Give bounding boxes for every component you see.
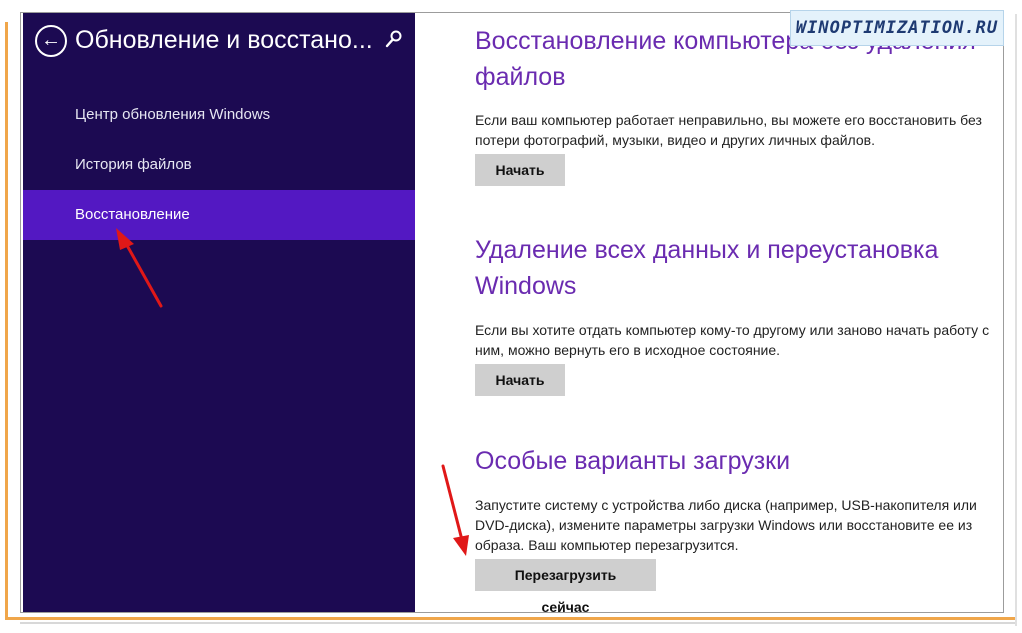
section-description: Запустите систему с устройства либо диск… xyxy=(475,497,977,553)
frame-border xyxy=(1015,14,1017,626)
sidebar-item-windows-update[interactable]: Центр обновления Windows xyxy=(23,90,415,140)
search-icon[interactable] xyxy=(385,29,403,51)
back-arrow-icon[interactable]: ← xyxy=(35,25,67,57)
frame-border xyxy=(20,622,1015,624)
sidebar-header: ← Обновление и восстано... xyxy=(35,23,405,63)
refresh-start-button[interactable]: Начать xyxy=(475,154,565,186)
section-title: Особые варианты загрузки xyxy=(475,447,791,475)
settings-window: ← Обновление и восстано... Центр обновле… xyxy=(20,12,1004,613)
main-content: Восстановление компьютера без удаления ф… xyxy=(415,13,1003,612)
restart-now-button[interactable]: Перезагрузить сейчас xyxy=(475,559,656,612)
sidebar: ← Обновление и восстано... Центр обновле… xyxy=(23,13,415,612)
sidebar-item-file-history[interactable]: История файлов xyxy=(23,140,415,190)
sidebar-title: Обновление и восстано... xyxy=(75,26,373,54)
section-title: Удаление всех данных и переустановка Win… xyxy=(475,236,939,300)
sidebar-item-recovery[interactable]: Восстановление xyxy=(23,190,415,240)
section-description: Если вы хотите отдать компьютер кому-то … xyxy=(475,322,990,358)
section-description: Если ваш компьютер работает неправильно,… xyxy=(475,112,982,148)
frame-border xyxy=(5,22,8,620)
reset-start-button[interactable]: Начать xyxy=(475,364,565,396)
frame-border xyxy=(5,617,1015,620)
watermark-logo: WINOPTIMIZATION.RU xyxy=(790,10,1004,46)
